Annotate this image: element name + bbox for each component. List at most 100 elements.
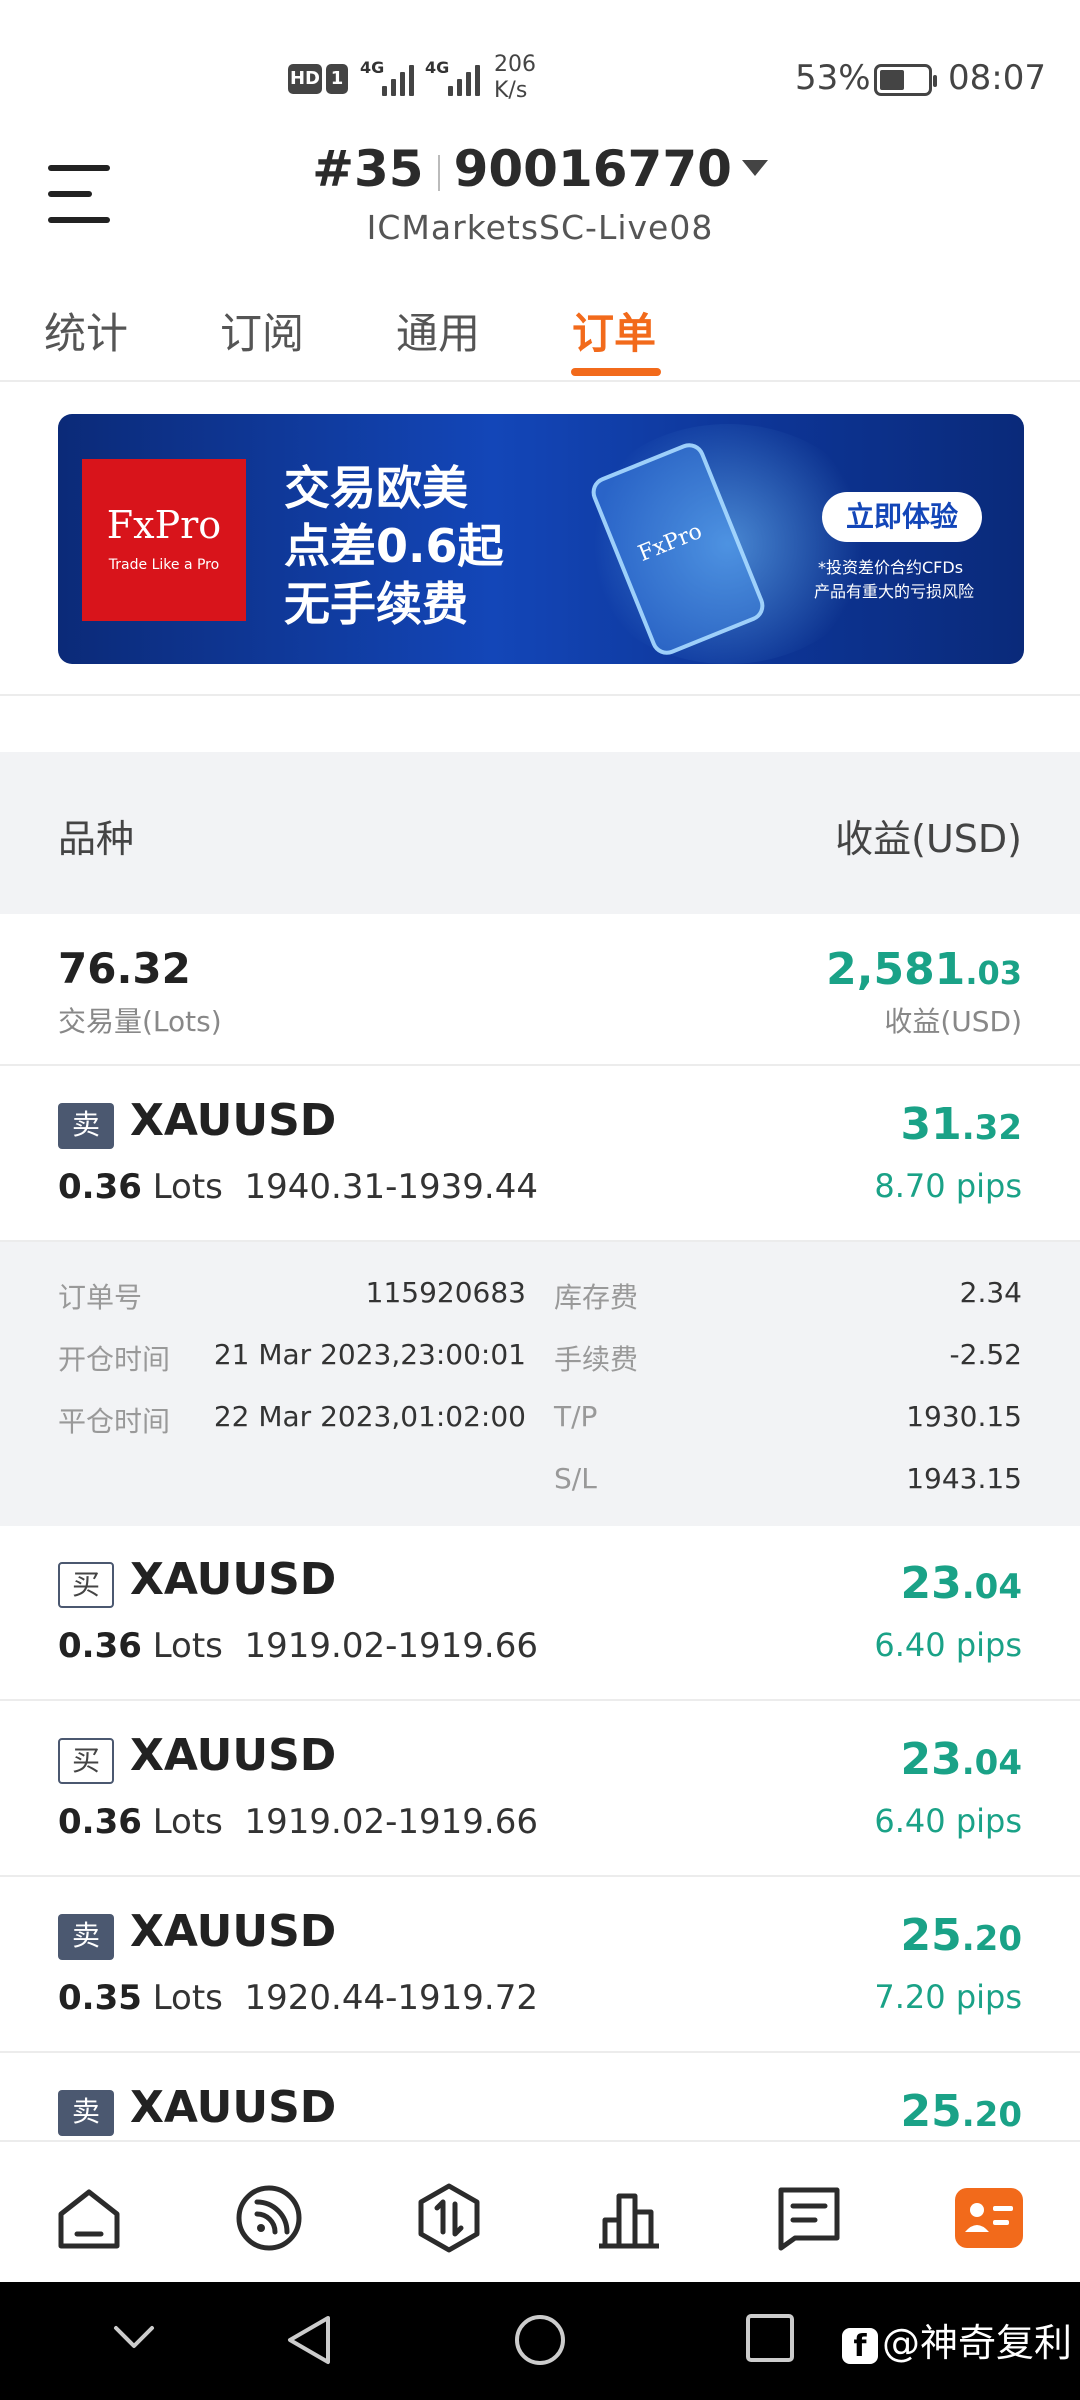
close-time-label: 平仓时间 xyxy=(58,1405,171,1438)
take-profit: 1930.15 xyxy=(906,1400,1022,1433)
system-nav-bar: f @神奇复利 xyxy=(0,2282,1080,2400)
order-lots: 0.36 Lots 1919.02-1919.66 xyxy=(58,1626,538,1666)
battery-fill xyxy=(880,70,904,90)
profit-int: 25 xyxy=(900,1910,962,1961)
fxpro-logo: FxPro Trade Like a Pro xyxy=(82,459,246,621)
signal-feed-icon[interactable] xyxy=(233,2182,305,2254)
order-prices: 1920.44-1919.72 xyxy=(244,1978,538,2018)
order-profit: 31.32 xyxy=(901,1099,1022,1150)
sell-badge: 卖 xyxy=(58,1103,114,1149)
profit-dec: .20 xyxy=(961,2095,1022,2135)
order-symbol: XAUUSD xyxy=(130,1906,337,1957)
speed-unit: K/s xyxy=(494,78,528,103)
close-time: 22 Mar 2023,01:02:00 xyxy=(213,1400,526,1433)
order-prices: 1919.02-1919.66 xyxy=(244,1626,538,1666)
battery-percent: 53% xyxy=(795,58,871,98)
tab-statistics[interactable]: 统计 xyxy=(44,300,128,361)
total-lots: 76.32 xyxy=(58,944,191,993)
back-icon[interactable] xyxy=(284,2312,334,2368)
fxpro-tagline: Trade Like a Pro xyxy=(108,557,220,573)
order-profit: 23.04 xyxy=(901,1558,1022,1609)
banner-headline-2: 点差0.6起 xyxy=(284,519,504,573)
order-row[interactable]: 买 XAUUSD 0.36 Lots 1919.02-1919.66 23.04… xyxy=(0,1526,1080,1701)
message-icon[interactable] xyxy=(773,2182,845,2254)
profit-dec: .20 xyxy=(961,1919,1022,1959)
network-speed: 206 K/s xyxy=(494,52,536,104)
home-icon[interactable] xyxy=(53,2182,125,2254)
chart-bars-icon[interactable] xyxy=(593,2182,665,2254)
watermark: f @神奇复利 xyxy=(842,2312,1072,2367)
order-row[interactable]: 卖 XAUUSD 0.36 Lots 1940.31-1939.44 31.32… xyxy=(0,1067,1080,1242)
open-time-label: 开仓时间 xyxy=(58,1343,171,1376)
hd-voice-icon: HD xyxy=(288,64,322,94)
sim-icon: 1 xyxy=(326,64,348,94)
take-profit-label: T/P xyxy=(554,1400,598,1433)
order-row[interactable]: 卖 XAUUSD 0.35 Lots 1920.44-1919.72 25.20… xyxy=(0,1878,1080,2053)
total-lots-label: 交易量(Lots) xyxy=(58,1005,222,1038)
caret-down-icon[interactable] xyxy=(741,159,768,176)
order-pips: 7.20 pips xyxy=(874,1978,1022,2016)
stop-loss-label: S/L xyxy=(554,1462,597,1495)
phone-logo-text: FxPro xyxy=(634,518,706,567)
total-profit: 2,581.03 xyxy=(826,944,1022,995)
status-bar: HD 1 4G 4G 206 K/s 53% 08:07 xyxy=(0,0,1080,160)
profit-int: 31 xyxy=(900,1099,962,1150)
order-symbol: XAUUSD xyxy=(130,1554,337,1605)
clock: 08:07 xyxy=(948,58,1046,98)
total-profit-int: 2,581 xyxy=(826,944,966,995)
fxpro-logo-text: FxPro xyxy=(106,503,222,547)
recents-icon[interactable] xyxy=(744,2312,796,2364)
order-row[interactable]: 买 XAUUSD 0.36 Lots 1919.02-1919.66 23.04… xyxy=(0,1702,1080,1877)
total-profit-dec: .03 xyxy=(965,954,1022,992)
tab-bar: 统计 订阅 通用 订单 xyxy=(0,292,1080,382)
order-prices: 1940.31-1939.44 xyxy=(244,1167,538,1207)
buy-badge: 买 xyxy=(58,1562,114,1608)
lots-value: 0.35 xyxy=(58,1978,142,2018)
network-type-label-2: 4G xyxy=(425,58,450,77)
profile-card-icon[interactable] xyxy=(953,2182,1025,2254)
lots-unit: Lots xyxy=(152,1802,223,1842)
order-pips: 6.40 pips xyxy=(874,1802,1022,1840)
order-no: 115920683 xyxy=(365,1276,526,1309)
commission: -2.52 xyxy=(949,1338,1022,1371)
server-name: ICMarketsSC-Live08 xyxy=(366,208,714,247)
swap-label: 库存费 xyxy=(554,1281,639,1314)
sell-badge: 卖 xyxy=(58,2090,114,2136)
profit-dec: .04 xyxy=(961,1743,1022,1783)
table-header: 品种 收益(USD) xyxy=(0,752,1080,914)
summary-row: 76.32 交易量(Lots) 2,581.03 收益(USD) xyxy=(0,914,1080,1066)
profit-dec: .04 xyxy=(961,1567,1022,1607)
trade-icon[interactable] xyxy=(413,2182,485,2254)
tab-general[interactable]: 通用 xyxy=(396,300,480,361)
home-circle-icon[interactable] xyxy=(512,2312,568,2368)
sell-badge: 卖 xyxy=(58,1914,114,1960)
order-details: 订单号 115920683 开仓时间 21 Mar 2023,23:00:01 … xyxy=(0,1242,1080,1526)
lots-value: 0.36 xyxy=(58,1802,142,1842)
account-number: 90016770 xyxy=(453,140,732,198)
try-now-button[interactable]: 立即体验 xyxy=(822,492,982,542)
account-selector[interactable]: #35 90016770 xyxy=(0,140,1080,198)
order-profit: 25.20 xyxy=(901,2086,1022,2137)
section-divider xyxy=(0,694,1080,696)
promo-banner[interactable]: FxPro Trade Like a Pro 交易欧美 点差0.6起 无手续费 … xyxy=(58,414,1024,664)
banner-headline-1: 交易欧美 xyxy=(284,461,468,515)
network-type-label: 4G xyxy=(360,58,385,77)
order-lots: 0.36 Lots 1940.31-1939.44 xyxy=(58,1167,538,1207)
lots-unit: Lots xyxy=(152,1167,223,1207)
chevron-down-icon[interactable] xyxy=(112,2322,156,2352)
watermark-text: @神奇复利 xyxy=(882,2321,1073,2365)
title-divider xyxy=(437,154,440,191)
total-profit-label: 收益(USD) xyxy=(884,1005,1022,1038)
bottom-nav xyxy=(0,2140,1080,2282)
swap: 2.34 xyxy=(959,1276,1022,1309)
order-lots: 0.36 Lots 1919.02-1919.66 xyxy=(58,1802,538,1842)
order-row[interactable]: 卖 XAUUSD 25.20 xyxy=(0,2054,1080,2140)
column-profit: 收益(USD) xyxy=(835,817,1022,861)
tab-subscriptions[interactable]: 订阅 xyxy=(220,300,304,361)
tab-orders[interactable]: 订单 xyxy=(572,300,656,361)
profit-int: 23 xyxy=(900,1558,962,1609)
column-symbol: 品种 xyxy=(58,817,135,861)
profit-int: 23 xyxy=(900,1734,962,1785)
order-symbol: XAUUSD xyxy=(130,1730,337,1781)
battery-icon xyxy=(874,64,937,96)
